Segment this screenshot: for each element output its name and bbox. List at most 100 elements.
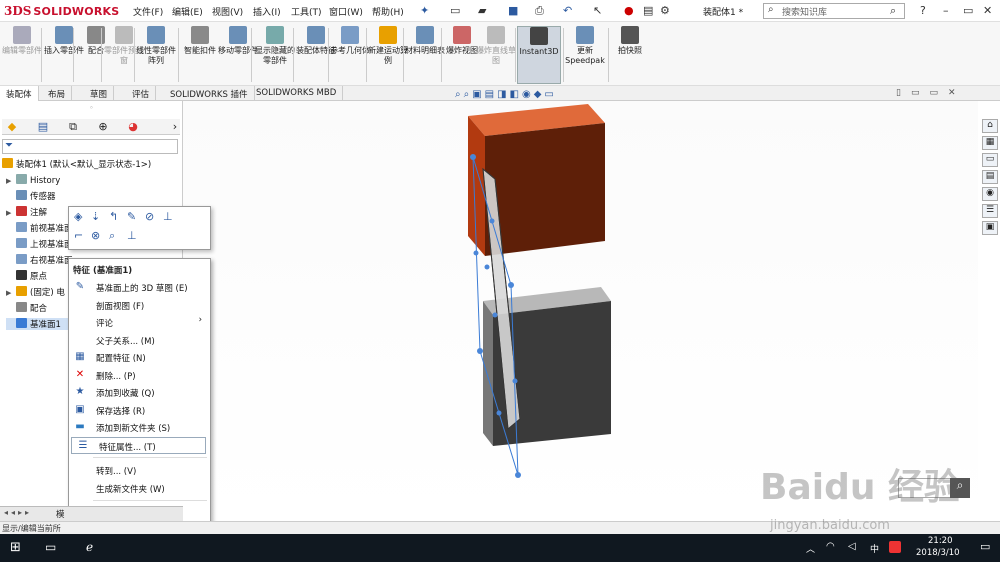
tray-chevron-icon[interactable]: ︿ xyxy=(806,542,815,555)
viewport-window-controls[interactable]: ▯▭▭✕ xyxy=(896,88,966,98)
context-menu-item[interactable]: 剖面视图 (F) xyxy=(69,297,210,314)
rebuild-icon[interactable]: ● xyxy=(624,4,634,17)
forum-icon[interactable]: ▣ xyxy=(982,221,998,235)
close-icon[interactable]: ✕ xyxy=(983,4,992,17)
new-document-icon[interactable]: ▭ xyxy=(450,4,460,17)
pin-icon[interactable]: ✦ xyxy=(420,4,429,17)
ribbon-button-7[interactable]: 显示隐藏的零部件 xyxy=(255,26,295,84)
tree-item[interactable]: 右视基准面 xyxy=(6,254,73,266)
tree-item[interactable]: ▶ History xyxy=(6,174,60,186)
display-manager-tab-icon[interactable]: ◕ xyxy=(125,120,141,134)
restore-icon[interactable]: ▭ xyxy=(963,4,973,17)
menu-view[interactable]: 视图(V) xyxy=(212,5,243,18)
context-menu-item[interactable]: ▣ 保存选择 (R) xyxy=(69,402,210,419)
volume-icon[interactable]: ◁ xyxy=(848,541,856,552)
file-explorer-icon[interactable]: ▭ xyxy=(982,153,998,167)
context-menu-item[interactable]: 转到... (V) xyxy=(69,462,210,479)
tab-evaluate[interactable]: 评估 xyxy=(126,86,157,101)
context-menu-item[interactable]: 生成新文件夹 (W) xyxy=(69,480,210,497)
attach-icon[interactable]: ✎ xyxy=(127,210,136,223)
model-tab[interactable]: 模 xyxy=(56,508,65,520)
help-icon[interactable]: ? xyxy=(920,4,926,17)
sketch-icon[interactable]: ⇣ xyxy=(91,210,100,223)
normal-to-icon[interactable]: ⊥ xyxy=(163,210,173,223)
search-go-icon[interactable]: ⌕ xyxy=(890,4,896,18)
dark-block-side[interactable] xyxy=(483,301,493,446)
orange-block-side[interactable] xyxy=(468,116,485,256)
configuration-manager-tab-icon[interactable]: ⧉ xyxy=(65,120,81,134)
expand-arrow-icon[interactable]: ▶ xyxy=(6,289,16,297)
rollback-icon[interactable]: ↰ xyxy=(109,210,118,223)
tree-item[interactable]: ▶ (固定) 电 xyxy=(6,286,65,298)
context-menu-item[interactable]: ✕ 删除... (P) xyxy=(69,367,210,384)
tree-item[interactable]: 传感器 xyxy=(6,190,56,202)
expand-arrow-icon[interactable]: ▶ xyxy=(6,209,16,217)
ribbon-button-14[interactable]: Instant3D xyxy=(517,26,561,84)
context-menu-item[interactable]: 评论 › xyxy=(69,314,210,331)
panel-splitter-dot[interactable]: ◦ xyxy=(0,104,183,116)
context-menu-item[interactable]: ☰ 特征属性... (T) xyxy=(71,436,206,454)
custom-properties-icon[interactable]: ☰ xyxy=(982,204,998,218)
tab-sketch[interactable]: 草图 xyxy=(84,86,115,101)
ribbon-button-9[interactable]: 参考几何体 xyxy=(330,26,370,84)
browser-icon[interactable]: ℯ xyxy=(86,540,93,554)
tab-addins[interactable]: SOLIDWORKS 插件 xyxy=(164,86,255,101)
property-manager-tab-icon[interactable]: ▤ xyxy=(35,120,51,134)
view-palette-icon[interactable]: ▤ xyxy=(982,170,998,184)
design-library-icon[interactable]: ▦ xyxy=(982,136,998,150)
tree-item[interactable]: 基准面1 xyxy=(6,318,76,330)
sogou-ime-icon[interactable] xyxy=(889,541,901,553)
hide-icon[interactable]: ⊗ xyxy=(91,229,100,242)
tabs-more-chevron-icon[interactable]: › xyxy=(167,120,183,134)
ribbon-button-6[interactable]: 移动零部件 xyxy=(218,26,258,84)
heads-up-view-toolbar[interactable]: ⌕⌕▣▤◨◧◉◆▭ xyxy=(455,89,557,103)
context-menu-item[interactable]: 父子关系... (M) xyxy=(69,332,210,349)
windows-start-icon[interactable]: ⊞ xyxy=(10,540,21,555)
menu-help[interactable]: 帮助(H) xyxy=(372,5,404,18)
appearances-icon[interactable]: ◉ xyxy=(982,187,998,201)
ribbon-button-11[interactable]: 材料明细表 xyxy=(405,26,445,84)
ribbon-button-0[interactable]: 编辑零部件 xyxy=(2,26,42,84)
expand-arrow-icon[interactable]: ▶ xyxy=(6,177,16,185)
minimize-icon[interactable]: – xyxy=(943,4,949,17)
context-menu-item[interactable]: ▦ 配置特征 (N) xyxy=(69,349,210,366)
options-gear-icon[interactable]: ⚙ xyxy=(660,4,670,17)
network-icon[interactable]: ◠ xyxy=(826,541,835,552)
tab-layout[interactable]: 布局 xyxy=(42,86,73,101)
ribbon-button-4[interactable]: 线性零部件阵列 xyxy=(136,26,176,84)
solidworks-logo[interactable]: 3DS SOLIDWORKS xyxy=(4,3,119,19)
tab-assembly[interactable]: 装配体 xyxy=(0,86,39,101)
menu-insert[interactable]: 插入(I) xyxy=(253,5,281,18)
open-folder-icon[interactable]: ▰ xyxy=(478,4,486,17)
menu-tools[interactable]: 工具(T) xyxy=(291,5,322,18)
task-view-icon[interactable]: ▭ xyxy=(45,540,56,554)
print-icon[interactable]: ⎙ xyxy=(535,4,544,18)
context-menu-item[interactable]: ▬ 添加到新文件夹 (S) xyxy=(69,419,210,436)
tree-item[interactable]: 原点 xyxy=(6,270,47,282)
ribbon-button-15[interactable]: 更新Speedpak xyxy=(565,26,605,84)
tree-filter-input[interactable]: ⏷ xyxy=(2,139,178,154)
menu-edit[interactable]: 编辑(E) xyxy=(172,5,203,18)
zoom-to-selection-icon[interactable]: ⌕ xyxy=(109,229,115,243)
file-properties-icon[interactable]: ▤ xyxy=(643,4,653,17)
search-knowledge-input[interactable]: ⌕ 搜索知识库 xyxy=(763,3,905,19)
ribbon-button-10[interactable]: 新建运动算例 xyxy=(368,26,408,84)
feature-tree-tab-icon[interactable]: ◆ xyxy=(4,120,20,134)
context-menu-item[interactable]: ✎ 基准面上的 3D 草图 (E) xyxy=(69,279,210,296)
save-icon[interactable]: ■ xyxy=(508,4,518,17)
edit-feature-icon[interactable]: ◈ xyxy=(74,210,82,223)
clock-date[interactable]: 2018/3/10 xyxy=(916,548,960,558)
context-menu-item[interactable]: ★ 添加到收藏 (Q) xyxy=(69,384,210,401)
ime-indicator[interactable]: 中 xyxy=(870,542,879,555)
dimxpert-tab-icon[interactable]: ⊕ xyxy=(95,120,111,134)
tab-mbd[interactable]: SOLIDWORKS MBD xyxy=(250,86,344,101)
tree-item[interactable]: ▶ 注解 xyxy=(6,206,47,218)
select-arrow-icon[interactable]: ↖ xyxy=(593,4,602,17)
notification-icon[interactable]: ▭ xyxy=(980,540,990,553)
ribbon-button-16[interactable]: 拍快照 xyxy=(610,26,650,84)
orange-block-front[interactable] xyxy=(485,123,605,256)
ribbon-button-5[interactable]: 智能扣件 xyxy=(180,26,220,84)
tree-item[interactable]: 上视基准面 xyxy=(6,238,73,250)
ribbon-button-13[interactable]: 爆炸直线草图 xyxy=(476,26,516,84)
clock-time[interactable]: 21:20 xyxy=(928,536,953,546)
